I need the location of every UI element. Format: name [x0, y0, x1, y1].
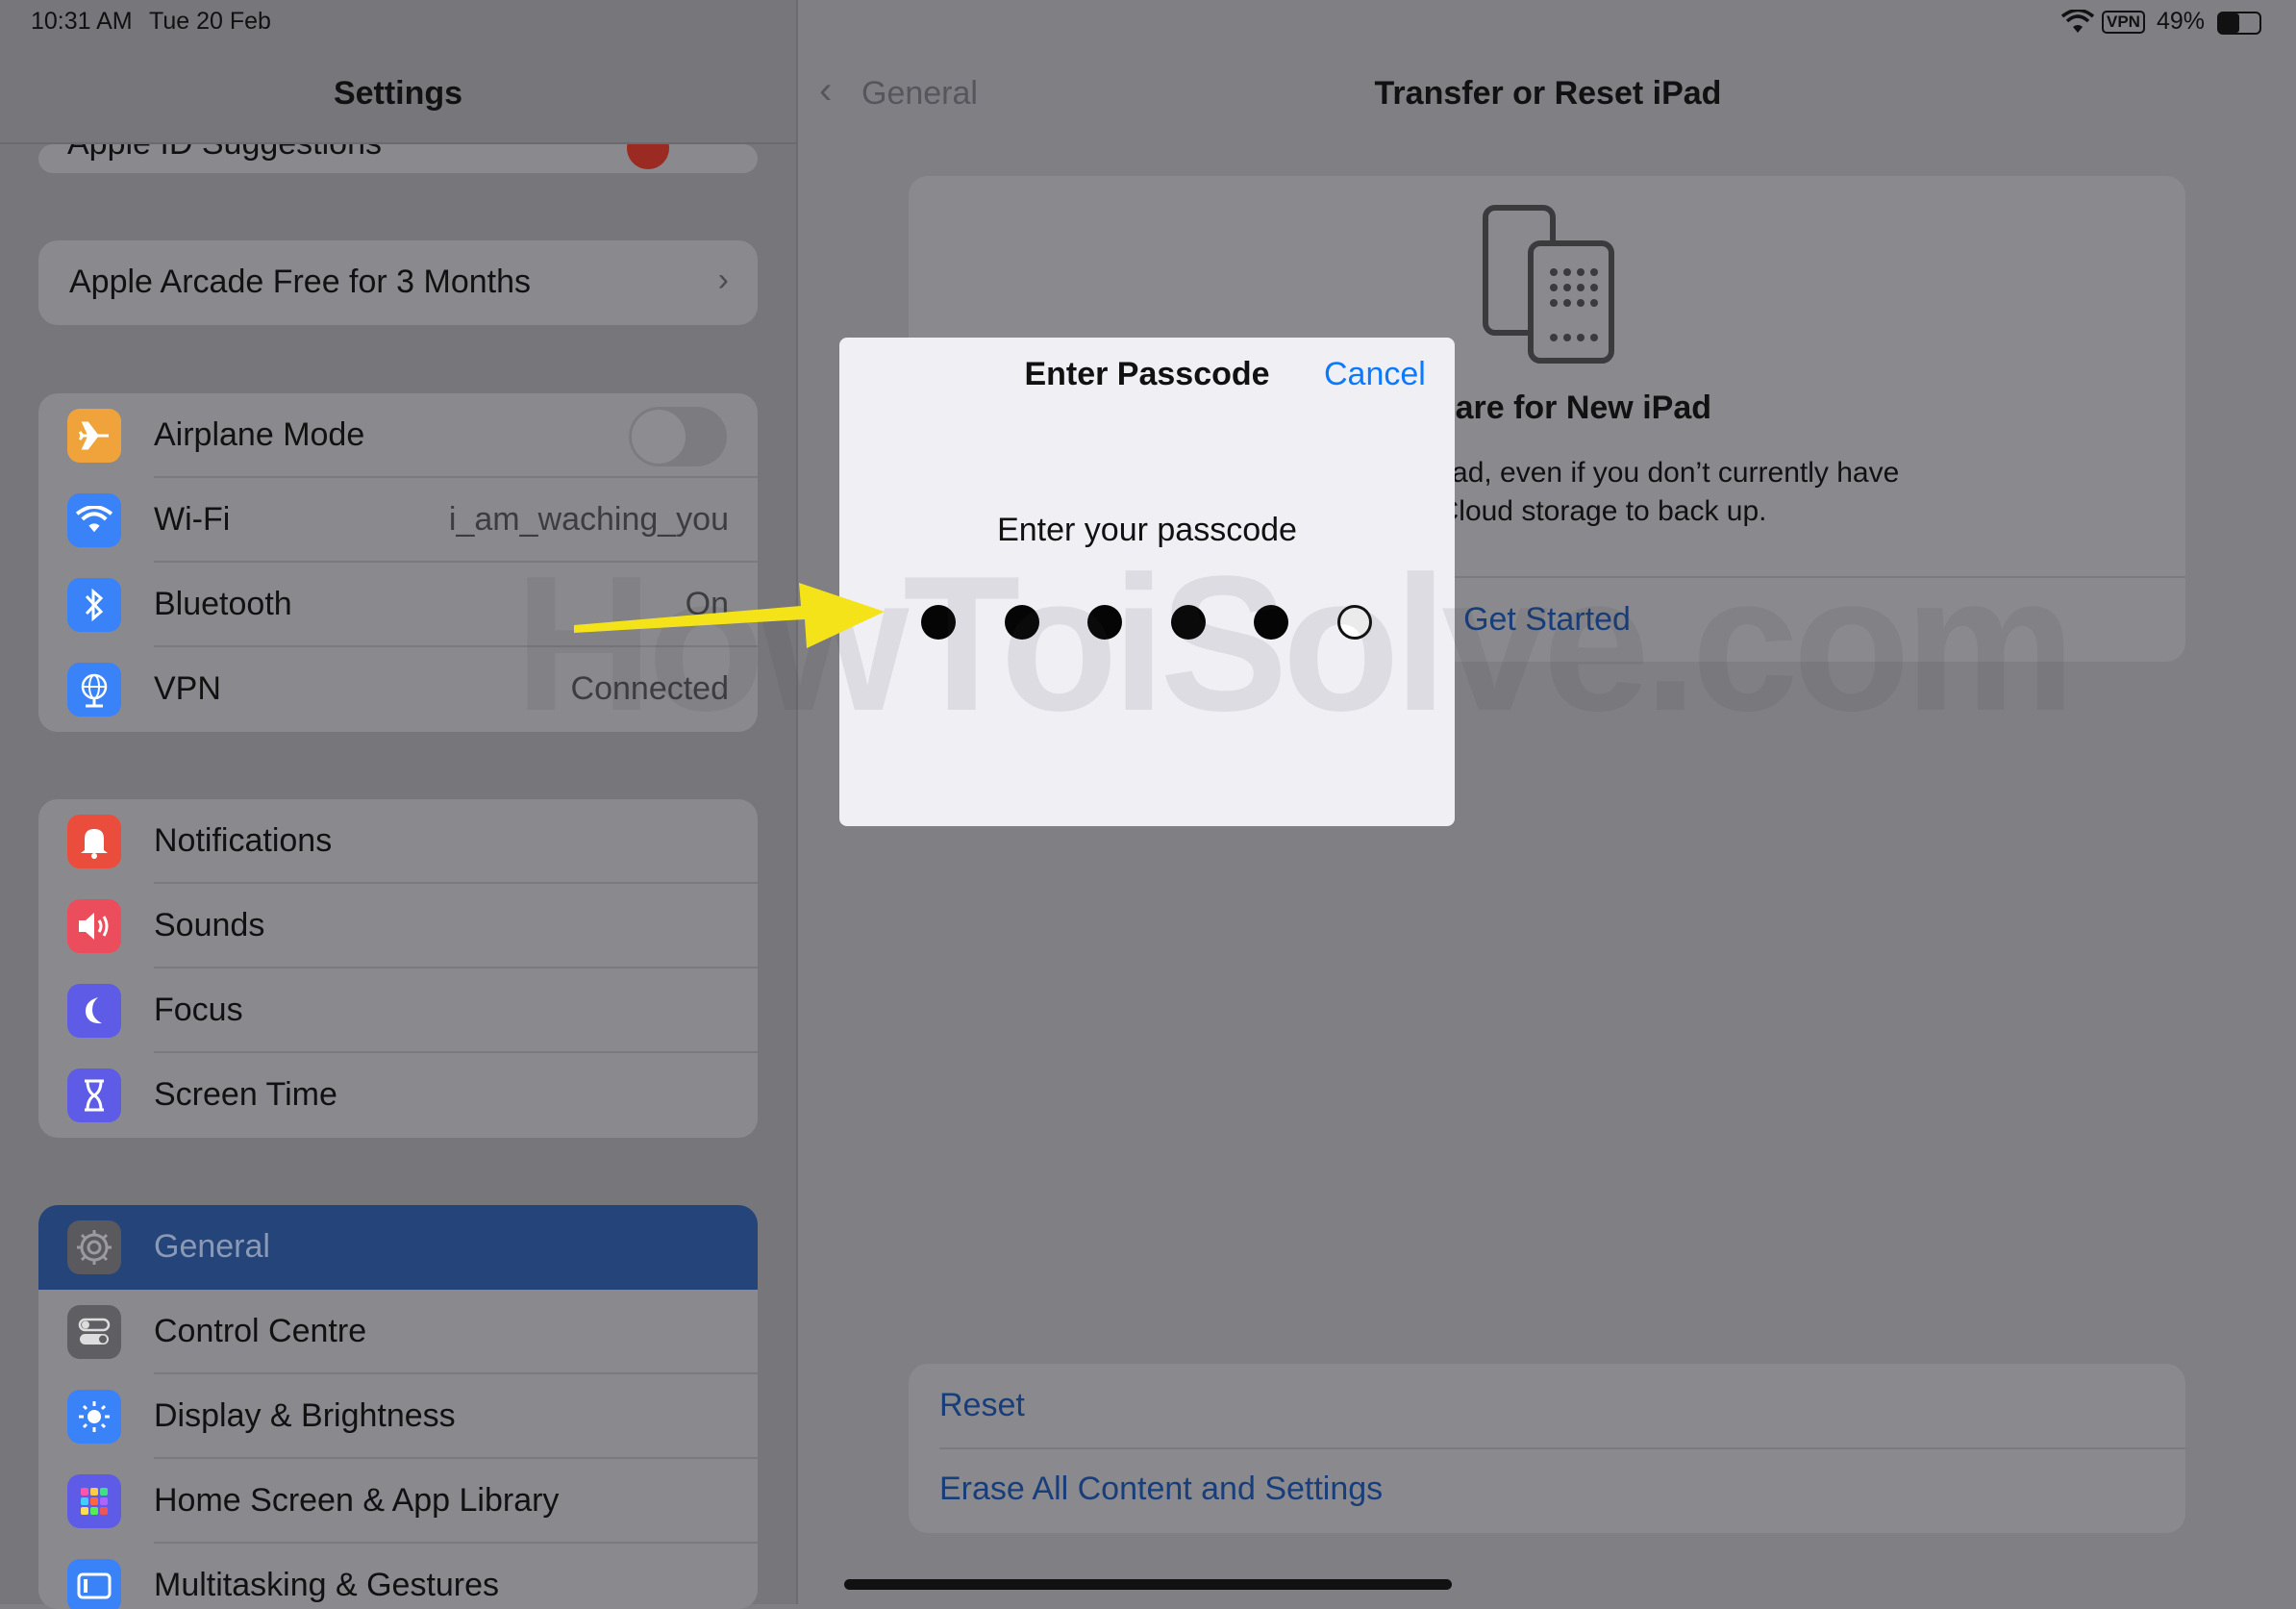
- passcode-dot-filled: [1005, 605, 1039, 640]
- battery-percent: 49%: [2157, 8, 2206, 35]
- status-time: 10:31 AM: [31, 8, 133, 35]
- reset-label: Reset: [939, 1387, 1025, 1423]
- promo-label: Apple Arcade Free for 3 Months: [69, 264, 532, 300]
- wifi-label: Wi-Fi: [154, 501, 231, 538]
- chevron-right-icon: ›: [717, 262, 729, 298]
- multitasking-label: Multitasking & Gestures: [154, 1567, 500, 1603]
- passcode-dot-empty: [1337, 605, 1372, 640]
- vpn-globe-icon: [67, 663, 121, 717]
- airplane-mode-label: Airplane Mode: [154, 416, 365, 453]
- status-date: Tue 20 Feb: [149, 8, 271, 35]
- sidebar-item-screen-time[interactable]: Screen Time: [38, 1053, 758, 1138]
- apple-arcade-promo[interactable]: Apple Arcade Free for 3 Months ›: [38, 240, 758, 325]
- airplane-icon: [67, 409, 121, 463]
- vpn-badge: VPN: [2102, 11, 2145, 34]
- sidebar-item-multitasking[interactable]: Multitasking & Gestures: [38, 1544, 758, 1609]
- multitasking-icon: [67, 1559, 121, 1609]
- toggles-icon: [67, 1305, 121, 1359]
- apple-id-suggestions-card[interactable]: Apple ID Suggestions: [38, 144, 758, 173]
- battery-icon: [2217, 12, 2261, 35]
- sidebar-item-notifications[interactable]: Notifications: [38, 799, 758, 884]
- cancel-button[interactable]: Cancel: [1324, 356, 1426, 393]
- display-brightness-label: Display & Brightness: [154, 1397, 456, 1434]
- reset-card: Reset Erase All Content and Settings: [909, 1364, 2185, 1533]
- notifications-label: Notifications: [154, 822, 333, 859]
- erase-all-button[interactable]: Erase All Content and Settings: [909, 1449, 2185, 1533]
- sidebar-title: Settings: [333, 75, 463, 112]
- bluetooth-label: Bluetooth: [154, 586, 292, 622]
- passcode-dot-filled: [1171, 605, 1206, 640]
- passcode-dot-filled: [1254, 605, 1288, 640]
- passcode-dialog: [839, 338, 1455, 826]
- sounds-label: Sounds: [154, 907, 265, 943]
- sidebar-item-control-centre[interactable]: Control Centre: [38, 1290, 758, 1374]
- wifi-status-icon: [2060, 8, 2095, 39]
- sidebar-item-focus[interactable]: Focus: [38, 968, 758, 1053]
- red-badge: [627, 144, 669, 169]
- wifi-network-value: i_am_waching_you: [448, 501, 729, 538]
- vpn-status-value: Connected: [570, 670, 729, 707]
- yellow-arrow-annotation: [572, 581, 889, 674]
- notifications-group: Notifications Sounds Focus Screen Time: [38, 799, 758, 1138]
- erase-all-label: Erase All Content and Settings: [939, 1471, 1384, 1507]
- control-centre-label: Control Centre: [154, 1313, 367, 1349]
- chevron-left-icon: ‹: [819, 69, 833, 112]
- general-group: General Control Centre Display & Brightn…: [38, 1205, 758, 1609]
- sidebar-item-general[interactable]: General: [38, 1205, 758, 1290]
- sidebar-item-wifi[interactable]: Wi-Fi i_am_waching_you: [38, 478, 758, 563]
- bell-icon: [67, 815, 121, 868]
- sidebar-item-sounds[interactable]: Sounds: [38, 884, 758, 968]
- connectivity-group: Airplane Mode Wi-Fi i_am_waching_you Blu…: [38, 393, 758, 732]
- sidebar-item-home-screen[interactable]: Home Screen & App Library: [38, 1459, 758, 1544]
- moon-icon: [67, 984, 121, 1038]
- sidebar-item-display-brightness[interactable]: Display & Brightness: [38, 1374, 758, 1459]
- airplane-mode-toggle[interactable]: [629, 407, 727, 466]
- devices-icon: [1483, 205, 1617, 368]
- hourglass-icon: [67, 1068, 121, 1122]
- wifi-icon: [67, 493, 121, 547]
- back-label: General: [861, 75, 978, 112]
- bluetooth-icon: [67, 578, 121, 632]
- passcode-dot-filled: [1087, 605, 1122, 640]
- vpn-label: VPN: [154, 670, 221, 707]
- screen-time-label: Screen Time: [154, 1076, 337, 1113]
- home-screen-label: Home Screen & App Library: [154, 1482, 560, 1519]
- passcode-dot-filled: [921, 605, 956, 640]
- home-indicator[interactable]: [844, 1579, 1452, 1590]
- passcode-prompt: Enter your passcode: [997, 512, 1297, 548]
- general-label: General: [154, 1228, 270, 1265]
- reset-button[interactable]: Reset: [909, 1364, 2185, 1448]
- page-title: Transfer or Reset iPad: [1374, 75, 1722, 112]
- sidebar-item-airplane-mode[interactable]: Airplane Mode: [38, 393, 758, 478]
- speaker-icon: [67, 899, 121, 953]
- sun-icon: [67, 1390, 121, 1444]
- app-grid-icon: [67, 1474, 121, 1528]
- focus-label: Focus: [154, 992, 243, 1028]
- gear-icon: [67, 1220, 121, 1274]
- partial-item-label: Apple ID Suggestions: [67, 144, 382, 163]
